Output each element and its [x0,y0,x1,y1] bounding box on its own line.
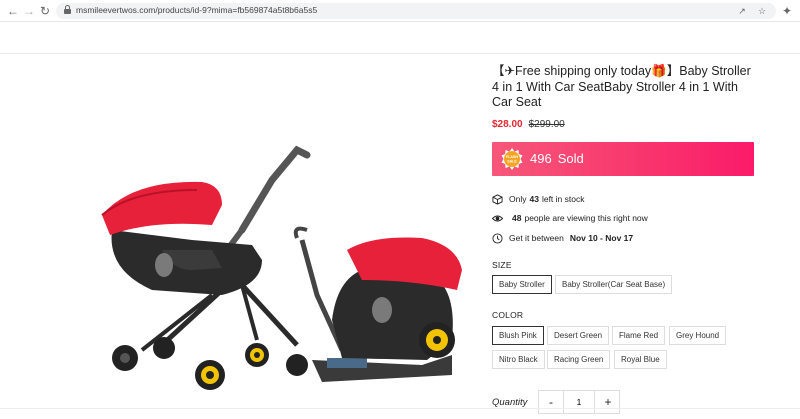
reload-icon[interactable]: ↻ [38,4,52,18]
share-icon[interactable]: ↗ [736,5,748,17]
flash-badge-line2: SALE [507,160,517,164]
quantity-stepper: - + [538,390,620,414]
delivery-range: Nov 10 - Nov 17 [569,233,634,243]
sold-label: Sold [557,151,584,166]
size-label: SIZE [492,260,512,270]
quantity-label: Quantity [492,397,528,408]
sale-price: $28.00 [492,119,523,130]
sold-count-number: 496 [530,151,552,166]
stock-prefix: Only [509,194,527,204]
color-option-desert-green[interactable]: Desert Green [547,326,610,345]
flash-sale-bar: FLASH SALE 496 Sold [492,142,754,176]
url-text[interactable]: msmileevertwos.com/products/id-9?mima=fb… [76,5,317,15]
stock-info: Only 43 left in stock [492,193,584,205]
flash-badge-line1: FLASH [506,155,518,159]
site-header [0,22,800,54]
size-option-baby-stroller[interactable]: Baby Stroller [492,275,552,294]
box-icon [492,194,503,205]
lock-icon[interactable] [64,5,71,15]
color-option-racing-green[interactable]: Racing Green [547,350,611,369]
color-option-grey-hound[interactable]: Grey Hound [669,326,727,345]
color-label: COLOR [492,310,524,320]
quantity-input[interactable] [563,391,595,413]
address-bar[interactable]: msmileevertwos.com/products/id-9?mima=fb… [56,3,776,19]
flash-sale-badge-icon: FLASH SALE [501,148,523,170]
quantity-decrease-button[interactable]: - [539,391,563,413]
size-option-car-seat-base[interactable]: Baby Stroller(Car Seat Base) [555,275,673,294]
delivery-info: Get it between Nov 10 - Nov 17 [492,232,636,244]
stock-count: 43 [529,194,539,204]
price-row: $28.00 $299.00 [492,119,565,130]
stock-suffix: left in stock [541,194,585,204]
divider [0,408,800,409]
quantity-increase-button[interactable]: + [596,391,620,413]
browser-toolbar: ← → ↻ msmileevertwos.com/products/id-9?m… [0,0,800,22]
delivery-prefix: Get it between [509,233,564,243]
product-info: 【✈Free shipping only today🎁】Baby Strolle… [492,64,754,414]
clock-icon [492,233,503,244]
back-icon[interactable]: ← [6,4,20,18]
color-option-royal-blue[interactable]: Royal Blue [614,350,667,369]
viewers-info: 48 people are viewing this right now [492,212,648,224]
compare-price: $299.00 [528,119,565,130]
extensions-icon[interactable]: ✦ [780,4,794,18]
product-image[interactable] [92,120,472,405]
star-icon[interactable]: ☆ [756,5,768,17]
color-option-blush-pink[interactable]: Blush Pink [492,326,544,345]
product-title: 【✈Free shipping only today🎁】Baby Strolle… [492,64,751,109]
sold-count: 496 Sold [530,151,584,166]
color-option-nitro-black[interactable]: Nitro Black [492,350,545,369]
forward-icon[interactable]: → [22,4,36,18]
color-option-flame-red[interactable]: Flame Red [612,326,666,345]
viewers-text: people are viewing this right now [524,213,648,223]
eye-icon [492,215,503,222]
viewers-count: 48 [512,213,522,223]
